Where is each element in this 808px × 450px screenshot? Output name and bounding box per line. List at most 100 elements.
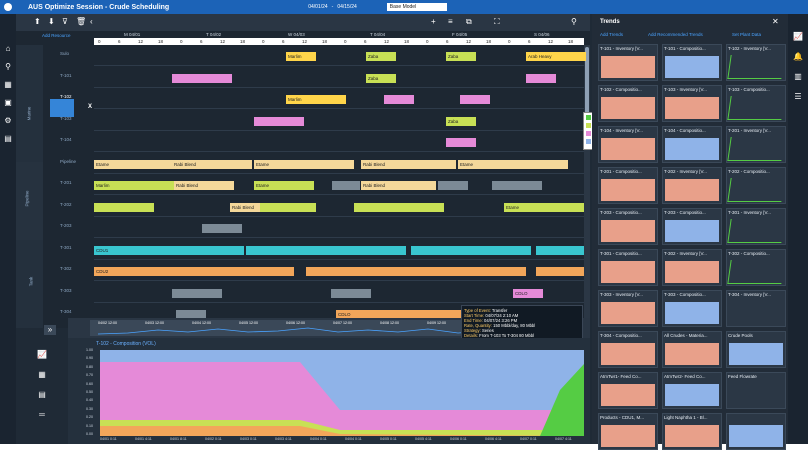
gantt-bar[interactable]	[438, 181, 468, 190]
gantt-bar[interactable]	[354, 202, 444, 212]
gantt-bar[interactable]	[254, 116, 304, 126]
add-resource-link[interactable]: Add Resource	[42, 33, 71, 38]
row-label-t-101[interactable]: T-101	[60, 73, 72, 78]
hour-label[interactable]: 0	[426, 39, 429, 44]
row-label-t-202[interactable]: T-202	[60, 202, 72, 207]
trend-tile[interactable]: T-101 - Inventory [V...	[598, 44, 658, 81]
hour-label[interactable]: 12	[384, 39, 389, 44]
gantt-bar[interactable]	[202, 224, 242, 233]
hour-label[interactable]: 0	[344, 39, 347, 44]
gantt-bar[interactable]: Zaba	[366, 52, 396, 61]
day-label[interactable]: T 04/02	[206, 32, 221, 37]
day-label[interactable]: S 04/06	[534, 32, 550, 37]
arrow-down-icon[interactable]: ⬇	[48, 17, 55, 27]
trend-tile[interactable]: AtmTwr1- Feed Co...	[598, 372, 658, 409]
gantt-bar[interactable]: Etame	[94, 159, 172, 169]
add-trends-link[interactable]: Add Trends	[600, 32, 623, 37]
search-icon[interactable]: ⚲	[571, 17, 577, 27]
row-label-pipeline[interactable]: Pipeline	[60, 159, 76, 164]
gantt-bar[interactable]: CDU1	[94, 245, 244, 255]
home-icon[interactable]: ⌂	[0, 44, 16, 54]
trend-tile[interactable]: T-202 - Compositio...	[726, 167, 786, 204]
trend-tile[interactable]: Light Naphtha 1 - Bl...	[662, 413, 722, 450]
row-label-t-201[interactable]: T-201	[60, 180, 72, 185]
trend-tile[interactable]: T-302 - Inventory [V...	[662, 249, 722, 286]
trend-tile[interactable]: Feed Flowrate	[726, 372, 786, 409]
trend-tile[interactable]: T-104 - Compositio...	[662, 126, 722, 163]
trend-tile[interactable]: T-301 - Compositio...	[598, 249, 658, 286]
gantt-bar[interactable]	[384, 95, 414, 104]
gantt-bar[interactable]: Zaba	[446, 116, 476, 126]
gantt-bar[interactable]: Etame	[254, 159, 354, 169]
gantt-bar[interactable]: Marlim	[286, 52, 316, 61]
sort-icon[interactable]: ≡	[448, 17, 453, 27]
gantt-bar[interactable]	[306, 267, 526, 276]
gantt-bar[interactable]: CDLO	[513, 288, 543, 298]
trend-tile[interactable]: T-101 - Compositio...	[662, 44, 722, 81]
hour-label[interactable]: 6	[528, 39, 531, 44]
line-chart-icon[interactable]: 📈	[16, 350, 68, 360]
hour-label[interactable]: 18	[158, 39, 163, 44]
gantt-bar[interactable]: Marlim	[286, 95, 346, 104]
gear-icon[interactable]: ⚙	[0, 116, 16, 126]
delete-icon[interactable]: 🗑	[76, 17, 86, 27]
hour-label[interactable]: 18	[404, 39, 409, 44]
row-label-t-303[interactable]: T-303	[60, 288, 72, 293]
grid-icon[interactable]: ▦	[0, 80, 16, 90]
gantt-bar[interactable]	[260, 202, 316, 212]
hour-label[interactable]: 18	[486, 39, 491, 44]
trend-icon[interactable]: 📈	[788, 32, 808, 42]
trend-tile[interactable]: Crude Pools	[726, 331, 786, 368]
expand-icon[interactable]: »	[44, 325, 56, 335]
gantt-bar[interactable]	[446, 138, 476, 147]
trend-tile[interactable]: T-202 - Inventory [V...	[662, 167, 722, 204]
gantt-bar[interactable]	[411, 245, 531, 255]
gantt-bar[interactable]	[172, 288, 222, 298]
hour-label[interactable]: 6	[282, 39, 285, 44]
trend-tile[interactable]: T-302 - Compositio...	[726, 249, 786, 286]
bell-icon[interactable]: 🔔	[788, 52, 808, 62]
trend-tile[interactable]: T-304 - Compositio...	[598, 331, 658, 368]
gantt-bar[interactable]: Etame	[254, 181, 314, 190]
chart-icon[interactable]: ▥	[788, 72, 808, 82]
gantt-bar[interactable]: Arab Heavy	[526, 52, 586, 61]
gantt-bar[interactable]: Zaba	[366, 73, 396, 83]
trend-tile[interactable]: T-102 - Compositio...	[598, 85, 658, 122]
hour-label[interactable]: 6	[446, 39, 449, 44]
filter-icon[interactable]: ⊽	[62, 17, 68, 27]
gantt-bar[interactable]	[172, 73, 232, 83]
gantt-bar[interactable]: Etame	[458, 159, 568, 169]
trend-tile[interactable]: T-102 - Inventory [V...	[726, 44, 786, 81]
hour-label[interactable]: 12	[220, 39, 225, 44]
gantt-bar[interactable]	[332, 181, 360, 190]
trend-tile[interactable]: T-303 - Compositio...	[662, 290, 722, 327]
row-label-t-203[interactable]: T-203	[60, 223, 72, 228]
trend-tile[interactable]: T-203 - Compositio...	[598, 208, 658, 245]
row-label-t-304[interactable]: T-304	[60, 309, 72, 314]
gantt-bar[interactable]	[536, 245, 584, 255]
trend-tile[interactable]: AtmTwr2- Feed Co...	[662, 372, 722, 409]
trend-tile[interactable]: T-301 - Inventory [V...	[726, 208, 786, 245]
set-plant-data-link[interactable]: Set Plant Data	[732, 32, 761, 37]
trend-tile[interactable]: All Crudes - Materia...	[662, 331, 722, 368]
trend-tile[interactable]: T-103 - Inventory [V...	[662, 85, 722, 122]
hour-label[interactable]: 6	[200, 39, 203, 44]
add-recommended-link[interactable]: Add Recommended Trends	[648, 32, 703, 37]
tree-icon[interactable]: ⚲	[0, 62, 16, 72]
copy-icon[interactable]: ⧉	[466, 17, 472, 27]
trend-tile[interactable]: Products - CDU1, M...	[598, 413, 658, 450]
gantt-bar[interactable]: Rabi Blend	[361, 159, 456, 169]
gantt-bar[interactable]	[536, 267, 584, 276]
day-label[interactable]: T 04/04	[370, 32, 385, 37]
gantt-bar[interactable]	[492, 181, 542, 190]
gantt-bar[interactable]	[246, 245, 406, 255]
gantt-bar[interactable]: Marlim	[94, 181, 174, 190]
arrow-up-icon[interactable]: ⬆	[34, 17, 41, 27]
hour-label[interactable]: 6	[118, 39, 121, 44]
report-icon[interactable]: ▤	[16, 390, 68, 400]
gantt-bar[interactable]: Rabi Blend	[230, 202, 260, 212]
row-remove-icon[interactable]: X	[88, 104, 92, 110]
day-label[interactable]: W 04/03	[288, 32, 305, 37]
date-end[interactable]: 04/15/24	[337, 4, 356, 10]
row-label-t-302[interactable]: T-302	[60, 266, 72, 271]
